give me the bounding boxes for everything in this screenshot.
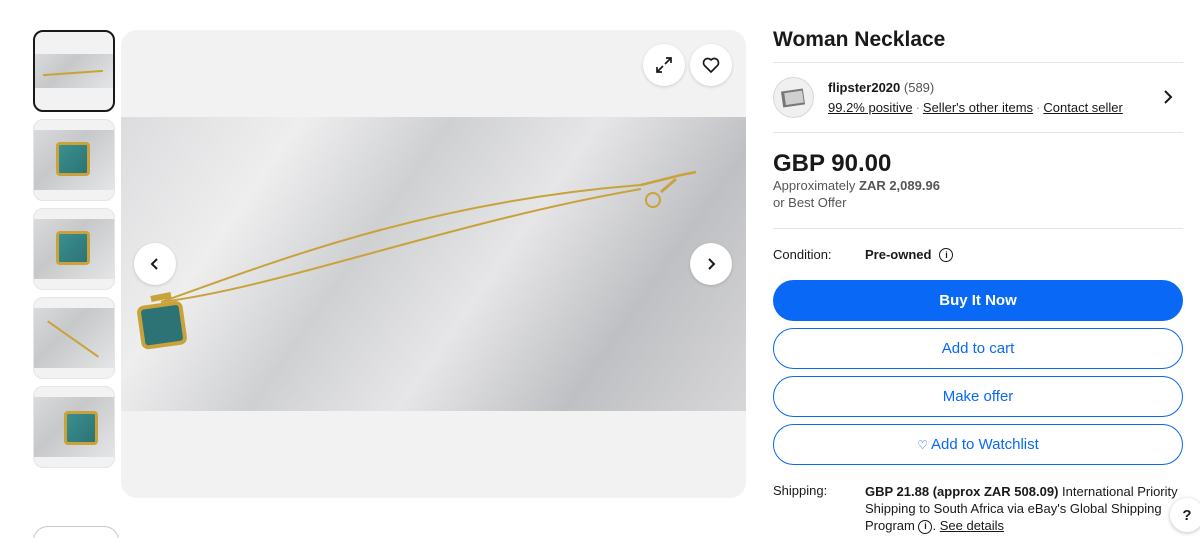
seller-feedback-count: (589) [903, 80, 935, 95]
approx-price: Approximately ZAR 2,089.96 [773, 178, 940, 193]
seller-avatar[interactable] [773, 77, 814, 118]
expand-icon [656, 57, 672, 73]
seller-info: flipster2020 (589) [828, 80, 934, 95]
condition-value: Pre-owned [865, 247, 932, 262]
thumbnail-list [33, 30, 115, 475]
condition-value-wrap: Pre-owned i [865, 247, 954, 262]
seller-positive-link[interactable]: 99.2% positive [828, 100, 913, 115]
item-price: GBP 90.00 [773, 150, 892, 177]
condition-label: Condition: [773, 247, 832, 262]
expand-button[interactable] [643, 44, 685, 86]
seller-other-items-link[interactable]: Seller's other items [923, 100, 1033, 115]
heart-icon: ♡ [917, 437, 928, 452]
thumbnail-5[interactable] [33, 386, 115, 468]
approx-prefix: Approximately [773, 178, 856, 193]
previous-image-button[interactable] [134, 243, 176, 285]
add-to-watchlist-label: Add to Watchlist [930, 436, 1039, 453]
contact-seller-link[interactable]: Contact seller [1043, 100, 1122, 115]
info-icon[interactable]: i [918, 519, 933, 534]
next-image-button[interactable] [690, 243, 732, 285]
best-offer-text: or Best Offer [773, 195, 847, 210]
approx-value: ZAR 2,089.96 [859, 178, 940, 193]
buy-it-now-button[interactable]: Buy It Now [773, 280, 1183, 321]
make-offer-button[interactable]: Make offer [773, 376, 1183, 417]
question-icon: ? [1182, 506, 1192, 524]
separator-dot: · [915, 100, 920, 115]
favorite-button[interactable] [690, 44, 732, 86]
divider [773, 132, 1183, 133]
info-icon[interactable]: i [939, 247, 954, 262]
add-to-cart-button[interactable]: Add to cart [773, 328, 1183, 369]
seller-details-button[interactable] [1161, 88, 1175, 111]
thumbnail-3[interactable] [33, 208, 115, 290]
shipping-label: Shipping: [773, 483, 828, 498]
photo-icon [780, 88, 805, 107]
thumbnail-2[interactable] [33, 119, 115, 201]
thumbnail-4[interactable] [33, 297, 115, 379]
share-button[interactable] [33, 526, 119, 538]
separator-dot: · [1036, 100, 1041, 115]
chevron-right-icon [708, 258, 716, 270]
help-button[interactable]: ? [1170, 498, 1200, 532]
divider [773, 62, 1183, 63]
chevron-left-icon [150, 258, 158, 270]
heart-icon [702, 57, 720, 73]
add-to-watchlist-button[interactable]: ♡ Add to Watchlist [773, 424, 1183, 465]
item-title: Woman Necklace [773, 28, 946, 51]
main-image-viewer [121, 30, 746, 498]
seller-links: 99.2% positive · Seller's other items · Cont… [828, 100, 1123, 115]
shipping-cost: GBP 21.88 (approx ZAR 508.09) [865, 484, 1059, 499]
see-details-link[interactable]: See details [940, 518, 1004, 533]
divider [773, 228, 1183, 229]
seller-name[interactable]: flipster2020 [828, 80, 900, 95]
shipping-details: GBP 21.88 (approx ZAR 508.09) Internatio… [865, 484, 1178, 534]
product-photo [121, 117, 746, 411]
chevron-right-icon [1164, 90, 1173, 104]
thumbnail-1[interactable] [33, 30, 115, 112]
